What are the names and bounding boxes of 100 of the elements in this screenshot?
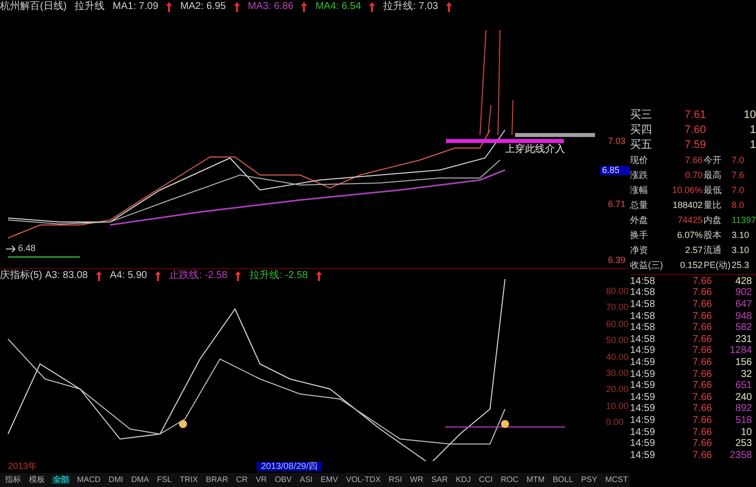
trade-volume: 10 xyxy=(740,428,752,438)
trade-volume: 1284 xyxy=(728,346,752,356)
trade-price: 7.66 xyxy=(692,404,712,414)
axis-label: 60.00 xyxy=(606,320,629,329)
indicator-tab[interactable]: ROC xyxy=(500,476,520,484)
legend-label: 杭州解百(日线) xyxy=(0,2,67,12)
quote-value: 2.57 xyxy=(684,246,703,255)
indicator-tab[interactable]: WR xyxy=(409,476,424,484)
annotation-text: 上穿此线介入 xyxy=(505,145,565,155)
indicator-tab[interactable]: DMA xyxy=(130,476,150,484)
legend-label: MA2: 6.95 xyxy=(180,2,226,12)
quote-value: 0.70 xyxy=(684,171,703,180)
price-value: 7.59 xyxy=(684,140,707,151)
quote-value: 7.0 xyxy=(732,186,746,195)
axis-label: 30.00 xyxy=(606,369,629,378)
indicator-tab[interactable]: VR xyxy=(254,476,268,484)
trade-price: 7.66 xyxy=(692,323,712,334)
trade-time: 14:58 xyxy=(630,323,656,334)
axis-label: 6.39 xyxy=(607,256,627,265)
trade-price: 7.66 xyxy=(692,450,712,461)
trade-volume: 651 xyxy=(734,381,752,392)
indicator-tab[interactable]: 模板 xyxy=(28,476,46,484)
trade-price: 7.66 xyxy=(692,276,712,287)
trade-time: 14:58 xyxy=(630,300,656,310)
trade-time: 14:59 xyxy=(630,404,656,414)
indicator-tab[interactable]: 全部 xyxy=(52,476,70,484)
quote-label: 总量 xyxy=(630,201,649,210)
trade-volume: 948 xyxy=(734,312,752,322)
quote-value: 7.66 xyxy=(684,156,703,165)
indicator-tab[interactable]: BOLL xyxy=(552,476,574,484)
axis-label: 40.00 xyxy=(606,352,629,362)
axis-label: 50.00 xyxy=(606,336,629,346)
legend-label: 庆指标(5) A3: 83.08 xyxy=(0,271,88,281)
support-line xyxy=(8,255,80,259)
price-value: 7.61 xyxy=(684,110,707,121)
date-label: 2013/08/29/四 xyxy=(257,462,322,471)
quote-value: 6.07% xyxy=(676,231,703,240)
trade-price: 7.66 xyxy=(692,288,712,298)
trade-price: 7.66 xyxy=(692,346,712,356)
indicator-tab[interactable]: PSY xyxy=(580,476,598,484)
indicator-tab[interactable]: OBV xyxy=(274,476,293,484)
trade-volume: 253 xyxy=(734,439,752,450)
indicator-tab[interactable]: KDJ xyxy=(454,476,472,484)
trade-price: 7.66 xyxy=(692,392,712,403)
trade-volume: 32 xyxy=(740,370,752,380)
indicator-tab[interactable]: BRAR xyxy=(204,476,230,484)
axis-label: 0.00 xyxy=(606,418,624,428)
marker-icon xyxy=(178,419,188,429)
trade-volume: 2358 xyxy=(728,450,752,461)
axis-label: 80.00 xyxy=(606,287,629,296)
low-price-label: 6.48 xyxy=(18,244,36,253)
trade-time: 14:58 xyxy=(630,288,656,298)
trade-price: 7.66 xyxy=(692,370,712,380)
trade-price: 7.66 xyxy=(692,358,712,368)
trade-price: 7.66 xyxy=(692,416,712,426)
indicator-tab[interactable]: CR xyxy=(235,476,249,484)
trade-time: 14:58 xyxy=(630,276,656,287)
volume-value: 1 xyxy=(748,140,756,151)
indicator-tab[interactable]: FSL xyxy=(156,476,173,484)
indicator-tab[interactable]: MCST xyxy=(604,476,629,484)
trade-time: 14:59 xyxy=(630,450,656,461)
year-label: 2013年 xyxy=(8,462,38,471)
trade-volume: 240 xyxy=(734,392,752,403)
indicator-tab[interactable]: TRIX xyxy=(178,476,199,484)
quote-label: 换手 xyxy=(630,231,649,240)
arrow-icon xyxy=(6,244,16,252)
trade-price: 7.66 xyxy=(692,381,712,392)
axis-label: 70.00 xyxy=(606,303,629,312)
indicator-tab[interactable]: VOL-TDX xyxy=(345,476,382,484)
indicator-tab[interactable]: 指标 xyxy=(4,476,22,484)
indicator-tab[interactable]: MACD xyxy=(76,476,102,484)
legend-label: A4: 5.90 xyxy=(110,271,148,281)
indicator-tab[interactable]: SAR xyxy=(430,476,449,484)
indicator-tab[interactable]: DMI xyxy=(108,476,124,484)
trade-price: 7.66 xyxy=(692,334,712,345)
trade-time: 14:59 xyxy=(630,392,656,403)
indicator-tab[interactable]: EMV xyxy=(320,476,339,484)
quote-value: 7.6 xyxy=(732,171,746,180)
quote-value: 3.10 xyxy=(732,231,750,240)
trade-time: 14:59 xyxy=(630,416,656,426)
quote-label: 外盘 xyxy=(630,216,649,225)
quote-label: 买四 xyxy=(630,125,653,136)
quote-value: 7.0 xyxy=(732,156,746,165)
quote-label: 涨跌 xyxy=(630,171,649,180)
indicator-tab[interactable]: MTM xyxy=(525,476,546,484)
quote-value: 74425 xyxy=(676,216,703,225)
indicator-tab[interactable]: ASI xyxy=(298,476,314,484)
legend-label: 拉升线: -2.58 xyxy=(249,271,308,281)
trade-time: 14:58 xyxy=(630,312,656,322)
quote-label: 股本 xyxy=(704,231,723,240)
legend-label: 拉升线: 7.03 xyxy=(383,2,438,12)
quote-label: 今开 xyxy=(704,156,723,165)
indicator-tab[interactable]: RSI xyxy=(388,476,404,484)
quote-value: 0.152 xyxy=(679,261,703,270)
quote-label: 内盘 xyxy=(704,216,723,225)
trade-volume: 156 xyxy=(734,358,752,368)
trade-time: 14:59 xyxy=(630,381,656,392)
indicator-tab[interactable]: CCI xyxy=(478,476,494,484)
quote-label: 买五 xyxy=(630,140,653,151)
trade-volume: 892 xyxy=(734,404,752,414)
